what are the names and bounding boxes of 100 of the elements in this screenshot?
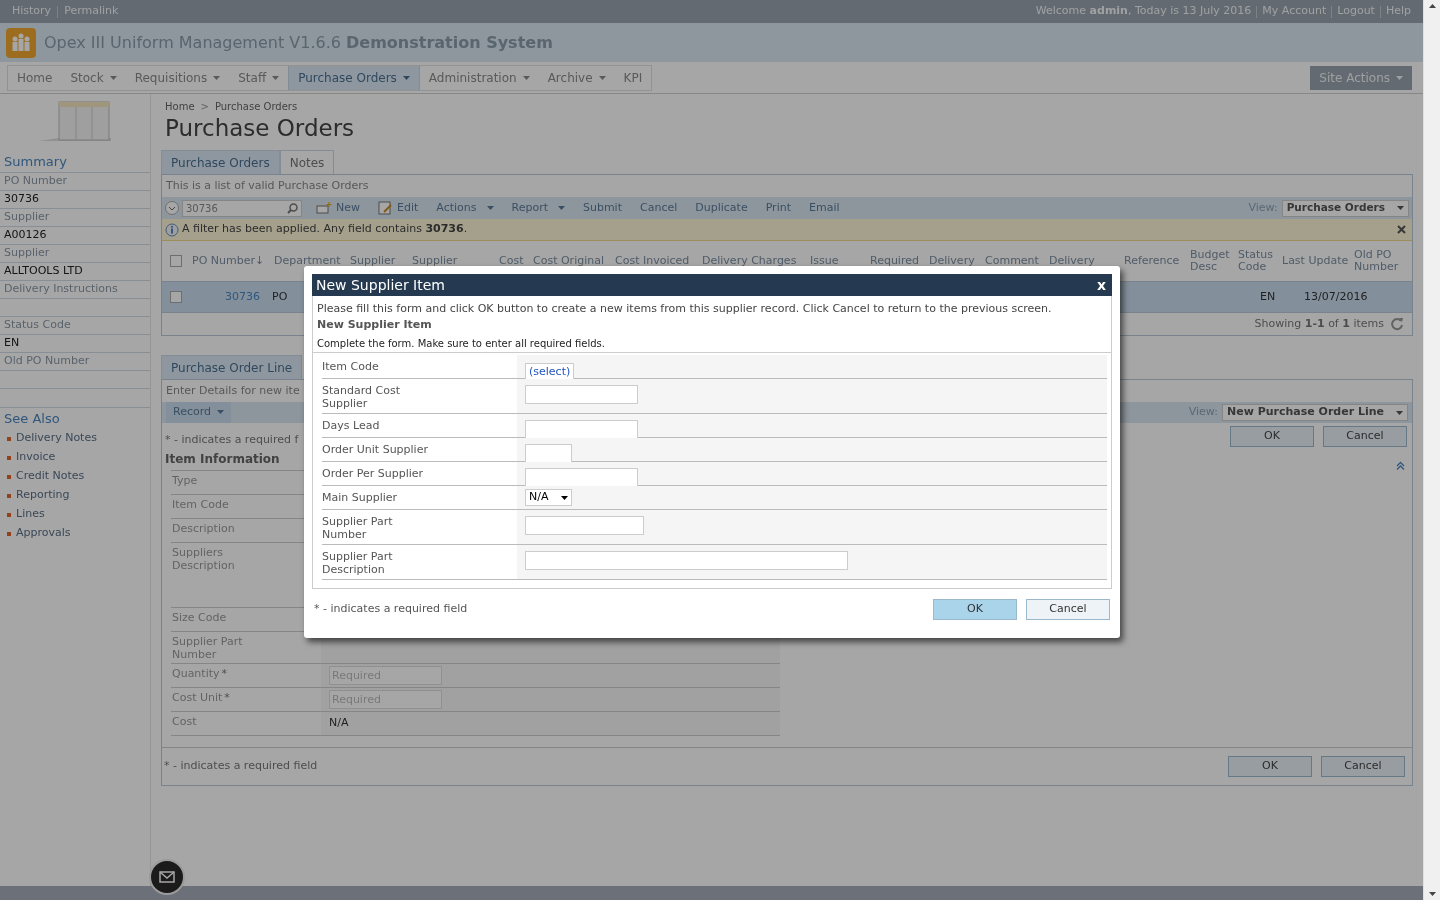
scroll-up-icon[interactable] (1428, 4, 1436, 8)
top-link[interactable]: Permalink (64, 3, 119, 20)
search-field[interactable]: 30736 (182, 199, 302, 217)
summary-value: 30736 (4, 191, 39, 208)
see-also-link[interactable]: Lines (16, 506, 45, 523)
main-supplier-dropdown[interactable]: N/A (525, 489, 572, 506)
column-header[interactable]: Supplier (350, 255, 396, 267)
tab[interactable]: Purchase Orders (161, 150, 280, 174)
account-link[interactable]: Help (1385, 3, 1411, 20)
site-actions-button[interactable]: Site Actions (1310, 65, 1412, 90)
record-menu[interactable]: Record (166, 402, 231, 423)
column-header[interactable]: PO Number↓ (192, 255, 265, 267)
see-also-link[interactable]: Approvals (16, 525, 71, 542)
toolbar-button[interactable]: Actions (436, 199, 494, 217)
nav-item[interactable]: Administration (419, 65, 539, 90)
field-label: Supplier Part Number (322, 515, 393, 541)
nav-item[interactable]: Requisitions (125, 65, 230, 90)
summary-value: EN (4, 335, 20, 352)
table-cell[interactable]: 30736 (225, 288, 260, 306)
field-label: Item Code (322, 360, 379, 373)
input-field[interactable] (525, 467, 638, 487)
close-button[interactable]: x (1096, 278, 1108, 292)
column-header[interactable]: Required (870, 255, 919, 267)
input-field[interactable] (525, 515, 644, 535)
dialog-button[interactable]: Cancel (1323, 426, 1407, 447)
view-dropdown[interactable]: New Purchase Order Line (1221, 404, 1408, 421)
collapse-icon[interactable] (1396, 461, 1405, 470)
input-field[interactable] (525, 384, 638, 404)
field-label: Order Unit Supplier (322, 443, 428, 456)
column-header[interactable]: Comment (985, 255, 1039, 267)
column-header[interactable]: Issue (810, 255, 839, 267)
caret-icon (217, 410, 224, 415)
dialog-subtitle: New Supplier Item (317, 316, 433, 333)
see-also-link[interactable]: Invoice (16, 449, 56, 466)
column-header[interactable]: Cost (499, 255, 524, 267)
mail-icon (159, 871, 175, 883)
column-header[interactable]: Cost Invoiced (615, 255, 690, 267)
column-header[interactable]: Supplier (412, 255, 458, 267)
view-dropdown[interactable]: Purchase Orders (1281, 199, 1409, 217)
toolbar-button[interactable]: Cancel (640, 199, 678, 217)
column-header[interactable]: Delivery (929, 255, 975, 267)
scroll-down-icon[interactable] (1428, 892, 1436, 896)
tab[interactable]: Notes (279, 150, 335, 174)
nav-item[interactable]: Purchase Orders (288, 65, 420, 90)
checkbox[interactable] (170, 291, 182, 303)
chevron-icon[interactable] (165, 201, 179, 215)
input-field[interactable] (525, 550, 848, 570)
summary-label: Supplier (4, 245, 50, 262)
nav-item[interactable]: Home (8, 65, 62, 90)
breadcrumb-link[interactable]: Purchase Orders (214, 99, 298, 114)
see-also-link[interactable]: Credit Notes (16, 468, 85, 485)
nav-item[interactable]: Stock (61, 65, 126, 90)
refresh-icon[interactable] (1390, 317, 1404, 331)
toolbar-button[interactable]: New (316, 199, 360, 217)
see-also-link[interactable]: Reporting (16, 487, 70, 504)
column-header[interactable]: Delivery Charges (702, 255, 797, 267)
toolbar-button[interactable]: Edit (378, 199, 419, 217)
bullet-icon (7, 512, 11, 517)
field-label: Size Code (172, 611, 227, 624)
top-link[interactable]: History (12, 3, 52, 20)
see-also-link[interactable]: Delivery Notes (16, 430, 97, 447)
toolbar-button[interactable]: Email (809, 199, 840, 217)
column-header[interactable]: Cost Original (533, 255, 604, 267)
toolbar-button[interactable]: Submit (582, 199, 622, 217)
field-label: Quantity (172, 667, 220, 680)
nav-item[interactable]: KPI (614, 65, 652, 90)
column-header[interactable]: Reference (1124, 255, 1180, 267)
nav-item[interactable]: Staff (229, 65, 289, 90)
dialog-button[interactable]: OK (933, 598, 1017, 620)
required-mark: * (224, 691, 230, 704)
nav-item[interactable]: Archive (538, 65, 615, 90)
pagination-summary: Showing 1-1 of 1 items (1254, 315, 1384, 332)
column-header[interactable]: Last Update (1282, 255, 1349, 267)
toolbar-button[interactable]: Duplicate (695, 199, 748, 217)
dialog-button[interactable]: OK (1230, 426, 1314, 447)
tab[interactable]: Purchase Order Line (161, 355, 303, 379)
account-link[interactable]: My Account (1262, 3, 1327, 20)
dialog-intro: Please fill this form and click OK button to create a new items from this supplier record. Click Cancel to return to the previous screen. (317, 301, 1053, 316)
column-header[interactable]: Budget Desc (1190, 249, 1238, 273)
column-header[interactable]: Delivery (1049, 255, 1095, 267)
field-label: Days Lead (322, 419, 380, 432)
column-header[interactable]: Department (274, 255, 341, 267)
table-cell: EN (1260, 289, 1276, 303)
bullet-icon (7, 531, 11, 536)
checkbox[interactable] (170, 255, 182, 267)
toolbar-button[interactable]: Print (765, 199, 791, 217)
dialog-button[interactable]: Cancel (1321, 756, 1405, 777)
input-field[interactable] (525, 419, 638, 439)
input-field[interactable] (525, 443, 572, 463)
close-icon[interactable] (1397, 225, 1406, 234)
column-header[interactable]: Status Code (1238, 249, 1282, 273)
account-link[interactable]: Logout (1337, 3, 1375, 20)
bullet-icon (7, 474, 11, 479)
field-label: Supplier Part Description (322, 550, 393, 576)
toolbar-button[interactable]: Report (511, 199, 565, 217)
dialog-button[interactable]: Cancel (1026, 598, 1110, 620)
mail-button[interactable] (149, 859, 185, 895)
breadcrumb-link[interactable]: Home (165, 99, 195, 114)
dialog-button[interactable]: OK (1228, 756, 1312, 777)
column-header[interactable]: Old PO Number (1354, 249, 1404, 273)
